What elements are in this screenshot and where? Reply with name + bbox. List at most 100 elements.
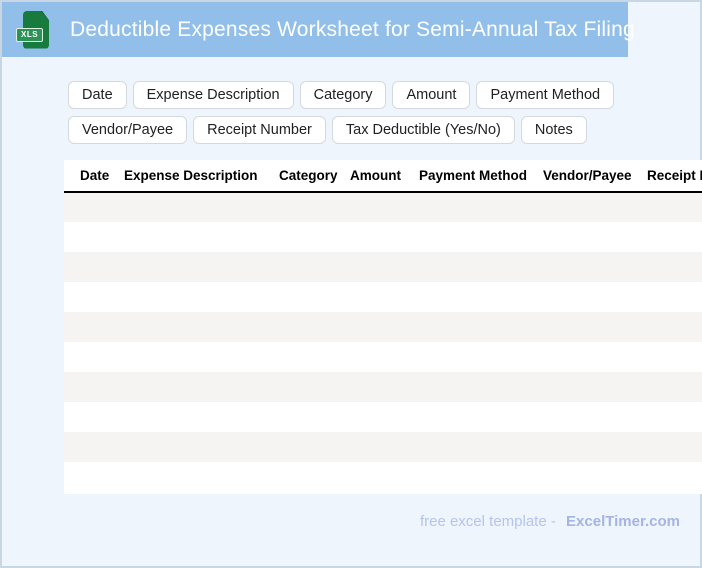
table-cell[interactable] (124, 402, 279, 432)
field-chip-amount[interactable]: Amount (392, 81, 471, 109)
table-cell[interactable] (543, 282, 647, 312)
table-row[interactable] (64, 222, 702, 252)
table-cell[interactable] (350, 252, 419, 282)
table-cell[interactable] (64, 432, 124, 462)
table-cell[interactable] (543, 432, 647, 462)
table-cell[interactable] (124, 282, 279, 312)
table-cell[interactable] (124, 192, 279, 222)
table-row[interactable] (64, 432, 702, 462)
table-cell[interactable] (647, 402, 702, 432)
table-cell[interactable] (124, 372, 279, 402)
table-cell[interactable] (64, 282, 124, 312)
table-cell[interactable] (350, 402, 419, 432)
table-cell[interactable] (419, 462, 543, 492)
table-cell[interactable] (647, 342, 702, 372)
table-cell[interactable] (543, 252, 647, 282)
table-cell[interactable] (350, 282, 419, 312)
table-cell[interactable] (279, 342, 350, 372)
table-cell[interactable] (419, 252, 543, 282)
table-cell[interactable] (647, 462, 702, 492)
table-cell[interactable] (279, 462, 350, 492)
table-cell[interactable] (647, 372, 702, 402)
field-chip-receipt-number[interactable]: Receipt Number (193, 116, 326, 144)
table-cell[interactable] (350, 462, 419, 492)
table-cell[interactable] (419, 402, 543, 432)
table-cell[interactable] (419, 372, 543, 402)
table-row[interactable] (64, 252, 702, 282)
table-cell[interactable] (279, 252, 350, 282)
field-chip-payment-method[interactable]: Payment Method (476, 81, 615, 109)
table-cell[interactable] (64, 192, 124, 222)
table-row[interactable] (64, 342, 702, 372)
footer-text: free excel template - (419, 513, 556, 530)
table-cell[interactable] (64, 222, 124, 252)
table-cell[interactable] (64, 462, 124, 492)
table-cell[interactable] (419, 312, 543, 342)
field-chip-tax-deductible-yes-no[interactable]: Tax Deductible (Yes/No) (331, 116, 515, 144)
table-cell[interactable] (64, 342, 124, 372)
table-cell[interactable] (64, 312, 124, 342)
table-cell[interactable] (124, 222, 279, 252)
table-cell[interactable] (279, 222, 350, 252)
column-header-category: Category (279, 160, 350, 193)
field-chip-notes[interactable]: Notes (520, 116, 587, 144)
table-cell[interactable] (419, 432, 543, 462)
table-row[interactable] (64, 282, 702, 312)
footer-brand-link[interactable]: ExcelTimer.com (566, 513, 680, 530)
table-cell[interactable] (350, 432, 419, 462)
table-cell[interactable] (350, 192, 419, 222)
table-cell[interactable] (647, 432, 702, 462)
table-cell[interactable] (647, 192, 702, 222)
field-chip-date[interactable]: Date (68, 81, 127, 109)
table-cell[interactable] (124, 432, 279, 462)
table-cell[interactable] (279, 312, 350, 342)
table-header-row: Date Expense Description Category Amount Pay… (64, 160, 702, 193)
table-row[interactable] (64, 192, 702, 222)
field-chip-category[interactable]: Category (299, 81, 387, 109)
table-cell[interactable] (543, 222, 647, 252)
column-header-receipt-number: Receipt Number (647, 160, 702, 193)
table-cell[interactable] (350, 372, 419, 402)
table-cell[interactable] (647, 252, 702, 282)
table-cell[interactable] (543, 372, 647, 402)
table-cell[interactable] (124, 312, 279, 342)
table-cell[interactable] (543, 192, 647, 222)
table-cell[interactable] (350, 222, 419, 252)
table-cell[interactable] (279, 432, 350, 462)
table-cell[interactable] (124, 252, 279, 282)
table-cell[interactable] (543, 462, 647, 492)
field-chip-expense-description[interactable]: Expense Description (132, 81, 294, 109)
table-row[interactable] (64, 312, 702, 342)
column-header-expense-description: Expense Description (124, 160, 279, 193)
table-cell[interactable] (350, 342, 419, 372)
table-cell[interactable] (543, 402, 647, 432)
table-cell[interactable] (279, 372, 350, 402)
table-cell[interactable] (64, 372, 124, 402)
table-cell[interactable] (647, 222, 702, 252)
page: { "header": { "title": "Deductible Expen… (0, 0, 702, 568)
table-cell[interactable] (124, 462, 279, 492)
footer: free excel template - ExcelTimer.com (420, 513, 680, 530)
table-row[interactable] (64, 372, 702, 402)
table-cell[interactable] (647, 282, 702, 312)
table-cell[interactable] (647, 312, 702, 342)
table-cell[interactable] (279, 192, 350, 222)
table-cell[interactable] (419, 282, 543, 312)
table-cell[interactable] (419, 192, 543, 222)
xls-fold-corner (41, 10, 49, 21)
table-cell[interactable] (419, 342, 543, 372)
table-row[interactable] (64, 462, 702, 492)
table-row[interactable] (64, 402, 702, 432)
table-cell[interactable] (543, 342, 647, 372)
xls-badge-label: XLS (16, 27, 44, 42)
table-cell[interactable] (543, 312, 647, 342)
table-cell[interactable] (350, 312, 419, 342)
table-cell[interactable] (124, 342, 279, 372)
table-cell[interactable] (419, 222, 543, 252)
table-cell[interactable] (64, 402, 124, 432)
table-cell[interactable] (279, 402, 350, 432)
table-cell[interactable] (279, 282, 350, 312)
field-chip-vendor-payee[interactable]: Vendor/Payee (68, 116, 188, 144)
table-cell[interactable] (64, 252, 124, 282)
column-header-amount: Amount (350, 160, 419, 193)
